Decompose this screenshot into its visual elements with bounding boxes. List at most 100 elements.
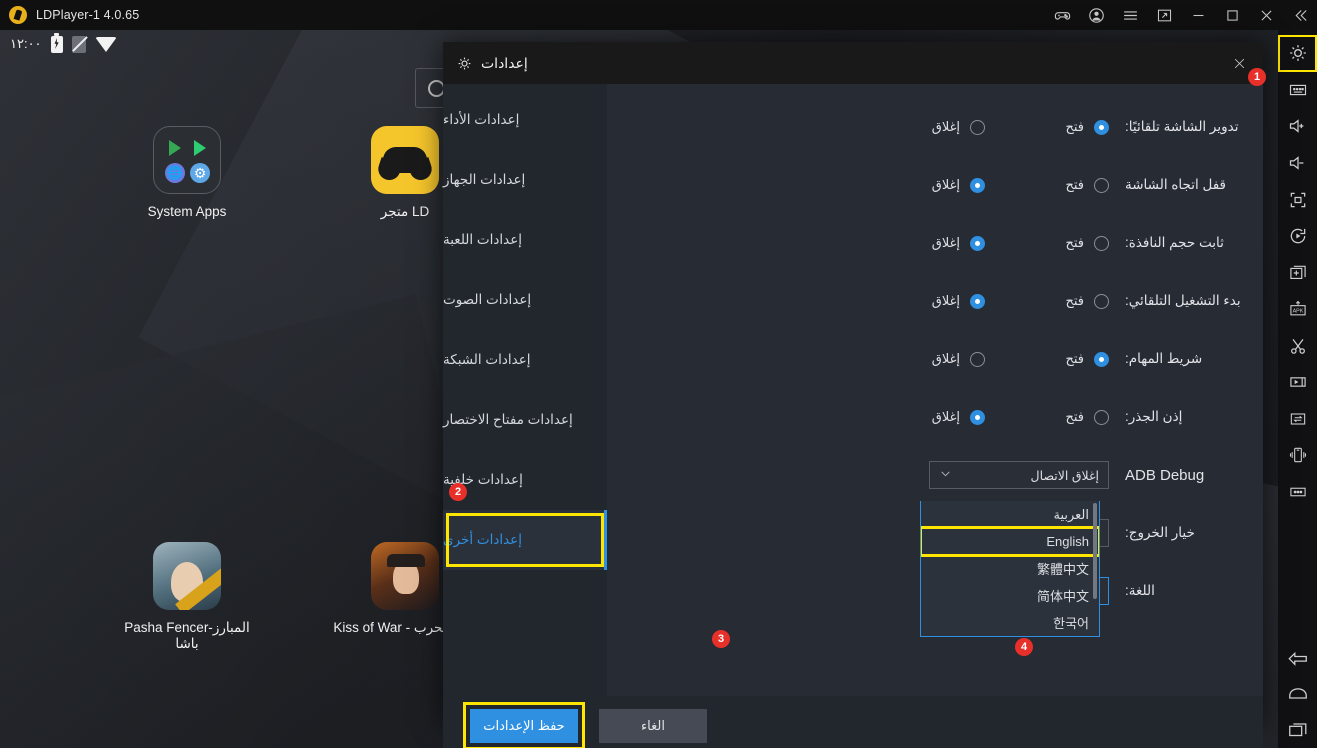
browser-mini-icon — [165, 163, 185, 183]
sidebar-item-device[interactable]: إعدادات الجهاز — [443, 150, 607, 210]
wifi-icon — [94, 36, 117, 52]
setting-row-auto-rotate: تدوير الشاشة تلقائيًا: فتح إغلاق — [607, 98, 1263, 156]
pasha-fencer-icon — [153, 542, 221, 610]
app-label: Pasha Fencer-المبارز باشا — [124, 620, 250, 651]
radio-label: إغلاق — [931, 119, 960, 134]
sidebar-item-wallpaper[interactable]: إعدادات خلفية — [443, 450, 607, 510]
radio-option-on[interactable]: فتح — [991, 293, 1109, 309]
radio-option-off[interactable]: إغلاق — [867, 235, 985, 251]
step-badge-2: 2 — [449, 483, 467, 501]
home-icon[interactable] — [1278, 675, 1317, 712]
kiss-of-war-icon — [371, 542, 439, 610]
radio-option-on[interactable]: فتح — [991, 119, 1109, 135]
radio-indicator — [1094, 235, 1109, 251]
language-option-english[interactable]: English — [921, 526, 1099, 557]
collapse-icon[interactable] — [1283, 0, 1317, 30]
ld-store-icon — [371, 126, 439, 194]
account-icon[interactable] — [1079, 0, 1113, 30]
fullscreen-icon[interactable] — [1278, 181, 1317, 218]
minimize-icon[interactable] — [1181, 0, 1215, 30]
multi-instance-icon[interactable] — [1147, 0, 1181, 30]
file-transfer-icon[interactable] — [1278, 401, 1317, 438]
volume-up-icon[interactable] — [1278, 108, 1317, 145]
sidebar-item-game[interactable]: إعدادات اللعبة — [443, 210, 607, 270]
install-apk-icon[interactable]: APK — [1278, 291, 1317, 328]
recents-icon[interactable] — [1278, 711, 1317, 748]
radio-option-on[interactable]: فتح — [991, 409, 1109, 425]
setting-row-adb-debug: ADB Debug إغلاق الاتصال — [607, 446, 1263, 504]
step-badge-1: 1 — [1248, 68, 1266, 86]
radio-label: إغلاق — [931, 409, 960, 424]
more-options-icon[interactable] — [1278, 474, 1317, 511]
row-label: بدء التشغيل التلقائي: — [1125, 293, 1241, 308]
language-option-simplified-chinese[interactable]: 简体中文 — [921, 582, 1099, 609]
svg-text:APK: APK — [1292, 309, 1303, 315]
radio-option-off[interactable]: إغلاق — [867, 293, 985, 309]
adb-debug-select[interactable]: إغلاق الاتصال — [929, 461, 1109, 489]
sidebar-item-network[interactable]: إعدادات الشبكة — [443, 330, 607, 390]
step-badge-3: 3 — [712, 630, 730, 648]
sidebar-item-label: إعدادات أخرى — [443, 532, 522, 547]
setting-row-taskbar: شريط المهام: فتح إغلاق — [607, 330, 1263, 388]
settings-content: تدوير الشاشة تلقائيًا: فتح إغلاق قفل اتج… — [607, 84, 1263, 696]
sidebar-item-label: إعدادات اللعبة — [443, 232, 523, 247]
radio-option-on[interactable]: فتح — [991, 177, 1109, 193]
radio-option-on[interactable]: فتح — [991, 235, 1109, 251]
sidebar-item-shortcuts[interactable]: إعدادات مفتاح الاختصار — [443, 390, 607, 450]
add-instance-icon[interactable] — [1278, 254, 1317, 291]
sidebar-item-performance[interactable]: إعدادات الأداء — [443, 90, 607, 150]
back-icon[interactable] — [1278, 638, 1317, 675]
radio-option-on[interactable]: فتح — [991, 351, 1109, 367]
gear-icon — [457, 56, 472, 71]
cancel-button[interactable]: الغاء — [599, 709, 707, 743]
radio-label: فتح — [1065, 351, 1084, 366]
row-label: إذن الجذر: — [1125, 409, 1183, 424]
step-badge-4: 4 — [1015, 638, 1033, 656]
maximize-icon[interactable] — [1215, 0, 1249, 30]
dialog-footer: حفظ الإعدادات الغاء — [443, 696, 1263, 748]
chevron-down-icon — [939, 467, 952, 483]
play-store-mini-icon — [165, 138, 185, 158]
app-pasha-fencer[interactable]: Pasha Fencer-المبارز باشا — [108, 542, 266, 652]
radio-indicator — [1094, 409, 1109, 425]
option-label: 한국어 — [1053, 616, 1089, 631]
no-sim-icon — [71, 35, 86, 53]
row-label: ثابت حجم النافذة: — [1125, 235, 1224, 250]
app-system-apps[interactable]: System Apps — [108, 126, 266, 220]
sidebar-item-sound[interactable]: إعدادات الصوت — [443, 270, 607, 330]
shake-icon[interactable] — [1278, 437, 1317, 474]
language-option-traditional-chinese[interactable]: 繁體中文 — [921, 555, 1099, 582]
video-record-icon[interactable] — [1278, 364, 1317, 401]
system-apps-icon — [153, 126, 221, 194]
settings-mini-icon — [190, 163, 210, 183]
dropdown-scrollbar[interactable] — [1093, 503, 1097, 599]
close-icon[interactable] — [1249, 0, 1283, 30]
volume-down-icon[interactable] — [1278, 145, 1317, 182]
status-clock: ١٢:٠٠ — [10, 36, 42, 51]
menu-icon[interactable] — [1113, 0, 1147, 30]
select-value: إغلاق الاتصال — [1030, 468, 1099, 483]
language-dropdown[interactable]: العربية English 繁體中文 简体中文 한국어 — [920, 501, 1100, 637]
row-label: اللغة: — [1125, 583, 1155, 598]
radio-label: فتح — [1065, 293, 1084, 308]
row-label: خيار الخروج: — [1125, 525, 1195, 540]
settings-gear-icon[interactable] — [1278, 35, 1317, 72]
keyboard-icon[interactable] — [1278, 72, 1317, 109]
radio-option-off[interactable]: إغلاق — [867, 177, 985, 193]
radio-label: فتح — [1065, 177, 1084, 192]
radio-option-off[interactable]: إغلاق — [867, 119, 985, 135]
radio-option-off[interactable]: إغلاق — [867, 409, 985, 425]
language-option-korean[interactable]: 한국어 — [921, 609, 1099, 636]
language-option-arabic[interactable]: العربية — [921, 501, 1099, 528]
side-toolbar: APK — [1278, 30, 1317, 748]
radio-option-off[interactable]: إغلاق — [867, 351, 985, 367]
scissors-icon[interactable] — [1278, 328, 1317, 365]
gamepad-icon[interactable] — [1045, 0, 1079, 30]
option-label: 简体中文 — [1036, 589, 1089, 604]
battery-charging-icon — [50, 33, 63, 53]
radio-indicator — [970, 351, 985, 367]
save-settings-button[interactable]: حفظ الإعدادات — [470, 709, 578, 743]
setting-row-fixed-window-size: ثابت حجم النافذة: فتح إغلاق — [607, 214, 1263, 272]
rotate-icon[interactable] — [1278, 218, 1317, 255]
sidebar-item-other-settings[interactable]: إعدادات أخرى — [443, 510, 607, 570]
